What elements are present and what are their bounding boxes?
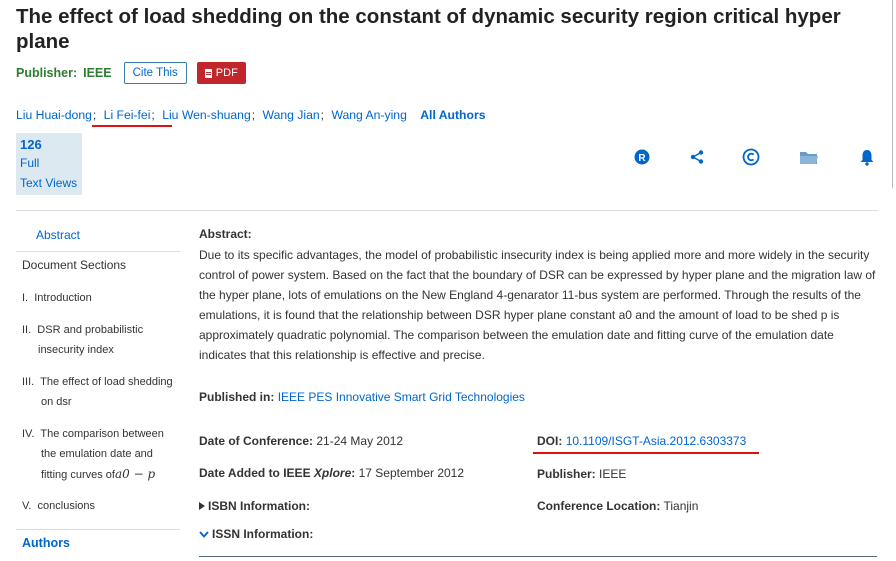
all-authors-link[interactable]: All Authors [420,108,485,122]
author-link[interactable]: Li Fei-fei [104,108,151,122]
section-formula: a0 − p [114,467,156,481]
section-title-cont: fitting curves of [41,469,115,481]
publisher-meta-label: Publisher: [537,467,596,481]
isbn-toggle[interactable]: ISBN Information: [199,499,310,513]
section-title-cont: insecurity index [38,344,114,356]
pdf-label: PDF [215,67,238,79]
author-link[interactable]: Wang Jian [263,108,320,122]
cite-this-button[interactable]: Cite This [123,62,187,84]
annotation-underline [533,452,759,454]
location-value: Tianjin [663,499,699,513]
svg-text:R: R [638,153,646,164]
conference-date-value: 21-24 May 2012 [316,434,404,448]
author-link[interactable]: Wang An-ying [331,108,406,122]
scrollbar-edge [892,0,893,188]
section-title: Introduction [34,292,92,304]
section-number: V. [22,500,32,512]
section-title: The comparison between [40,428,164,440]
annotation-underline [92,125,172,127]
doi-label: DOI: [537,434,563,448]
publisher-row: Publisher: IEEE Cite This PDF [16,61,246,85]
isbn-label: ISBN Information: [208,499,310,513]
sidebar-item-dsr[interactable]: II. DSR and probabilistic insecurity ind… [22,320,143,360]
location-label: Conference Location: [537,499,661,513]
conference-date-label: Date of Conference: [199,434,314,448]
date-added-label-post: : [351,466,356,480]
publisher-value: IEEE [83,66,112,80]
folder-icon[interactable] [798,146,820,168]
conference-date: Date of Conference: 21-24 May 2012 [199,434,403,448]
date-added-label-pre: Date Added to IEEE [199,466,311,480]
section-title: The effect of load shedding [40,376,173,388]
issn-toggle[interactable]: ISSN Information: [199,527,313,541]
copyright-icon[interactable] [740,146,762,168]
caret-right-icon [199,502,205,510]
pdf-icon [204,68,212,78]
doi: DOI: 10.1109/ISGT-Asia.2012.6303373 [537,434,746,448]
section-title: conclusions [37,500,95,512]
section-bottom-rule [199,556,877,557]
published-in-link[interactable]: IEEE PES Innovative Smart Grid Technolog… [278,390,525,404]
author-separator: ; [251,108,256,122]
publisher-meta: Publisher: IEEE [537,467,626,481]
sidebar-item-load-shedding[interactable]: III. The effect of load shedding on dsr [22,372,173,412]
alert-bell-icon[interactable] [856,146,878,168]
sidebar-divider [16,529,180,530]
author-link[interactable]: Liu Huai-dong [16,108,92,122]
section-number: IV. [22,428,35,440]
author-separator: ; [92,108,97,122]
sidebar-item-introduction[interactable]: I. Introduction [22,288,92,308]
views-label-line1: Full [20,156,40,170]
section-title-cont: on dsr [41,396,72,408]
chevron-down-icon [199,530,209,538]
issn-label: ISSN Information: [212,527,314,541]
section-number: I. [22,292,29,304]
abstract-text: Due to its specific advantages, the mode… [199,248,876,362]
author-separator: ; [320,108,325,122]
author-separator: ; [151,108,155,122]
sidebar-divider [16,251,180,252]
sidebar-abstract-link[interactable]: Abstract [36,228,80,242]
section-number: II. [22,324,32,336]
sidebar-item-conclusions[interactable]: V. conclusions [22,496,95,516]
published-in: Published in: IEEE PES Innovative Smart … [199,390,525,404]
section-title-cont: the emulation date and [41,448,153,460]
views-label-line2: Text Views [20,176,78,190]
share-icon[interactable] [686,146,708,168]
date-added-label: Date Added to IEEE Xplore: [199,466,355,480]
publisher-label: Publisher: [16,66,78,80]
date-added: Date Added to IEEE Xplore: 17 September … [199,466,464,480]
sidebar-authors-link[interactable]: Authors [22,536,70,550]
page-title: The effect of load shedding on the const… [16,5,841,53]
date-added-label-em: Xplore [313,466,352,480]
section-number: III. [22,376,35,388]
abstract-heading: Abstract: [199,227,252,241]
doi-link[interactable]: 10.1109/ISGT-Asia.2012.6303373 [566,434,747,448]
views-count: 126 [20,137,42,152]
publisher-meta-value: IEEE [599,467,627,481]
date-added-value: 17 September 2012 [358,466,465,480]
rights-icon[interactable]: R [631,146,653,168]
pdf-button[interactable]: PDF [196,62,246,84]
section-title: DSR and probabilistic [37,324,144,336]
sidebar-item-comparison[interactable]: IV. The comparison between the emulation… [22,424,164,485]
author-list: Liu Huai-dong; Li Fei-fei; Liu Wen-shuan… [16,108,485,122]
conference-location: Conference Location: Tianjin [537,499,698,513]
section-divider [16,210,878,211]
author-link[interactable]: Liu Wen-shuang [162,108,251,122]
sidebar-sections-title: Document Sections [22,258,127,272]
published-in-label: Published in: [199,390,275,404]
